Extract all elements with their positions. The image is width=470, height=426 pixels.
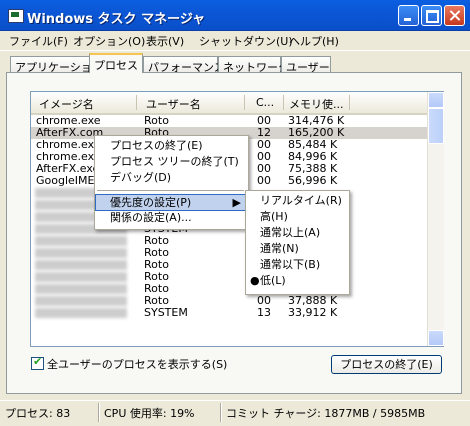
- list-header: イメージ名 ユーザー名 C... メモリ使...: [31, 92, 428, 115]
- menu-debug-label: デバッグ(D): [110, 171, 172, 184]
- redacted-name: [35, 296, 127, 306]
- scroll-down-arrow[interactable]: [428, 330, 444, 346]
- status-cpu-usage: CPU 使用率: 19%: [104, 407, 195, 420]
- minimize-button[interactable]: [398, 5, 419, 26]
- column-separator[interactable]: [283, 95, 284, 110]
- cell-cpu: 13: [257, 306, 271, 319]
- process-context-menu: プロセスの終了(E) プロセス ツリーの終了(T) デバッグ(D) 優先度の設定…: [94, 135, 249, 230]
- scroll-up-arrow[interactable]: [428, 92, 444, 108]
- redacted-name: [35, 284, 127, 294]
- column-cpu[interactable]: C...: [256, 96, 274, 109]
- menu-end-process[interactable]: プロセスの終了(E): [95, 138, 246, 155]
- tab-network[interactable]: ネットワーク: [218, 56, 289, 74]
- column-separator[interactable]: [349, 95, 350, 110]
- redacted-name: [35, 260, 127, 270]
- tab-applications[interactable]: アプリケーション: [10, 56, 103, 74]
- priority-high[interactable]: 高(H): [246, 209, 347, 226]
- task-manager-icon: [8, 9, 24, 23]
- priority-realtime[interactable]: リアルタイム(R): [246, 193, 347, 210]
- submenu-arrow-icon: ▶: [232, 196, 241, 209]
- priority-below-normal[interactable]: 通常以下(B): [246, 257, 347, 274]
- scroll-thumb[interactable]: [428, 108, 444, 144]
- priority-normal-label: 通常(N): [260, 242, 299, 255]
- menu-separator: [97, 190, 244, 191]
- column-image-name[interactable]: イメージ名: [39, 96, 94, 112]
- table-row[interactable]: SYSTEM 13 33,912 K: [31, 306, 428, 319]
- status-commit-charge: コミット チャージ: 1877MB / 5985MB: [226, 407, 426, 420]
- radio-bullet-icon: ●: [250, 274, 260, 287]
- column-separator[interactable]: [244, 95, 245, 110]
- table-row[interactable]: Roto: [31, 246, 428, 259]
- cell-mem: 56,996 K: [288, 174, 338, 187]
- menu-bar: ファイル(F) オプション(O) 表示(V) シャットダウン(U) ヘルプ(H): [0, 30, 470, 51]
- menu-set-priority[interactable]: 優先度の設定(P) ▶: [95, 194, 246, 211]
- menu-set-affinity-label: 関係の設定(A)...: [110, 211, 192, 224]
- tab-performance[interactable]: パフォーマンス: [143, 56, 225, 74]
- table-row[interactable]: Roto0038,900 K: [31, 270, 428, 283]
- column-user-name[interactable]: ユーザー名: [146, 96, 201, 112]
- priority-above-normal-label: 通常以上(A): [260, 226, 321, 239]
- priority-submenu: リアルタイム(R) 高(H) 通常以上(A) 通常(N) 通常以下(B) ● 低…: [245, 190, 350, 295]
- close-button[interactable]: [444, 5, 465, 26]
- title-bar[interactable]: Windows タスク マネージャ: [0, 0, 470, 31]
- menu-options[interactable]: オプション(O): [73, 33, 145, 49]
- redacted-name: [35, 272, 127, 282]
- table-row[interactable]: Roto0038,452 K: [31, 282, 428, 295]
- status-divider: [98, 403, 100, 422]
- maximize-button[interactable]: [421, 5, 442, 26]
- cell-mem: 33,912 K: [288, 306, 338, 319]
- show-all-users-checkbox[interactable]: [31, 355, 44, 370]
- priority-normal[interactable]: 通常(N): [246, 241, 347, 258]
- menu-set-affinity[interactable]: 関係の設定(A)...: [95, 210, 246, 227]
- menu-file[interactable]: ファイル(F): [9, 33, 68, 49]
- menu-end-process-label: プロセスの終了(E): [110, 139, 203, 152]
- table-row[interactable]: Roto 00 37,888 K: [31, 294, 428, 307]
- window-title: Windows タスク マネージャ: [27, 12, 206, 27]
- menu-shutdown[interactable]: シャットダウン(U): [199, 33, 293, 49]
- cell-cpu: 00: [257, 174, 271, 187]
- priority-above-normal[interactable]: 通常以上(A): [246, 225, 347, 242]
- priority-below-normal-label: 通常以下(B): [260, 258, 321, 271]
- menu-set-priority-label: 優先度の設定(P): [110, 196, 192, 209]
- list-scrollbar[interactable]: [427, 92, 444, 346]
- show-all-users-label[interactable]: 全ユーザーのプロセスを表示する(S): [47, 356, 227, 372]
- status-bar: プロセス: 83 CPU 使用率: 19% コミット チャージ: 1877MB …: [0, 400, 470, 426]
- menu-help[interactable]: ヘルプ(H): [289, 33, 339, 49]
- table-row[interactable]: Roto: [31, 258, 428, 271]
- redacted-name: [35, 308, 127, 318]
- status-process-count: プロセス: 83: [5, 407, 71, 420]
- end-process-button[interactable]: プロセスの終了(E): [331, 355, 442, 374]
- redacted-name: [35, 248, 127, 258]
- priority-high-label: 高(H): [260, 210, 288, 223]
- redacted-name: [35, 236, 127, 246]
- menu-debug[interactable]: デバッグ(D): [95, 170, 246, 187]
- priority-realtime-label: リアルタイム(R): [260, 194, 342, 207]
- column-separator[interactable]: [136, 95, 137, 110]
- tab-users[interactable]: ユーザー: [281, 56, 331, 74]
- column-memory[interactable]: メモリ使...: [289, 96, 344, 112]
- tab-processes[interactable]: プロセス: [89, 53, 143, 73]
- menu-end-process-tree-label: プロセス ツリーの終了(T): [110, 155, 239, 168]
- menu-end-process-tree[interactable]: プロセス ツリーの終了(T): [95, 154, 246, 171]
- table-row[interactable]: Roto: [31, 234, 428, 247]
- priority-low[interactable]: ● 低(L): [246, 273, 347, 290]
- status-divider: [220, 403, 222, 422]
- cell-user: SYSTEM: [144, 306, 188, 319]
- cell-name: GoogleIME: [36, 174, 95, 187]
- menu-view[interactable]: 表示(V): [146, 33, 184, 49]
